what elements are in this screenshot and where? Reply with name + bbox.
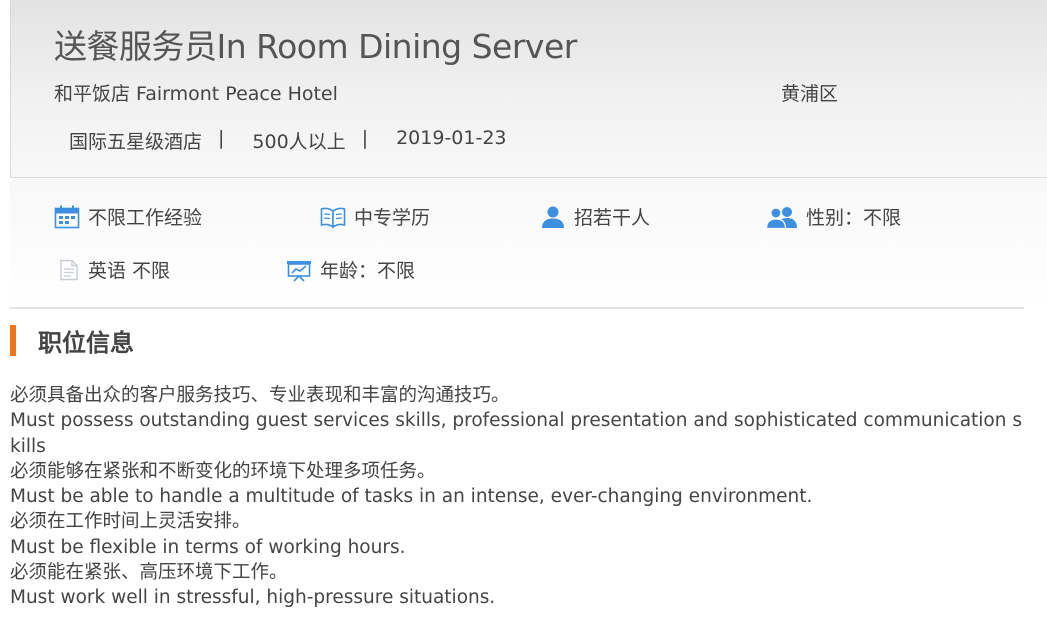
requirement-headcount: 招若干人 — [540, 203, 650, 230]
requirement-education: 中专学历 — [320, 203, 430, 230]
meta-separator: | — [218, 127, 225, 149]
requirement-gender: 性别：不限 — [766, 203, 901, 230]
post-date: 2019-01-23 — [396, 127, 507, 149]
requirement-age: 年龄：不限 — [286, 256, 415, 283]
requirement-label: 性别：不限 — [806, 207, 902, 229]
company-name[interactable]: 和平饭店 Fairmont Peace Hotel — [54, 79, 338, 106]
job-header-card: 送餐服务员In Room Dining Server 和平饭店 Fairmont… — [10, 0, 1047, 178]
company-meta-row: 国际五星级酒店 | 500人以上 | 2019-01-23 — [69, 127, 507, 154]
requirement-label: 英语 不限 — [88, 260, 171, 282]
section-divider — [10, 307, 1024, 309]
description-line: Must be flexible in terms of working hou… — [10, 536, 406, 558]
requirement-label: 不限工作经验 — [88, 207, 203, 229]
person-icon — [542, 206, 564, 228]
section-header: 职位信息 — [10, 324, 134, 357]
section-title: 职位信息 — [38, 329, 134, 357]
people-icon — [766, 206, 797, 229]
description-line: 必须能够在紧张和不断变化的环境下处理多项任务。 — [10, 460, 436, 482]
district: 黄浦区 — [781, 83, 839, 105]
job-requirements: 不限工作经验 中专学历 招若干人 性别：不限 英语 不限 年龄：不限 — [10, 179, 1047, 308]
requirement-language: 英语 不限 — [58, 256, 170, 283]
description-line: 必须在工作时间上灵活安排。 — [10, 511, 251, 533]
description-line: Must work well in stressful, high-pressu… — [10, 587, 496, 609]
book-icon — [320, 207, 346, 228]
section-accent-bar — [10, 325, 16, 356]
description-line: Must possess outstanding guest services … — [10, 410, 1022, 457]
document-icon — [60, 259, 78, 280]
company-size: 500人以上 — [252, 131, 346, 153]
description-line: Must be able to handle a multitude of ta… — [10, 486, 813, 508]
description-line: 必须能在紧张、高压环境下工作。 — [10, 562, 288, 584]
meta-separator: | — [361, 127, 369, 149]
description-line: 必须具备出众的客户服务技巧、专业表现和丰富的沟通技巧。 — [10, 385, 510, 406]
requirement-label: 中专学历 — [354, 207, 431, 229]
job-description: 必须具备出众的客户服务技巧、专业表现和丰富的沟通技巧。 Must possess… — [10, 383, 1026, 611]
company-type: 国际五星级酒店 — [69, 131, 203, 153]
calendar-icon — [54, 205, 80, 228]
job-title: 送餐服务员In Room Dining Server — [54, 27, 577, 66]
requirement-label: 招若干人 — [574, 207, 651, 229]
presentation-icon — [287, 260, 311, 282]
requirement-label: 年龄：不限 — [320, 260, 416, 282]
requirement-experience: 不限工作经验 — [54, 203, 202, 230]
